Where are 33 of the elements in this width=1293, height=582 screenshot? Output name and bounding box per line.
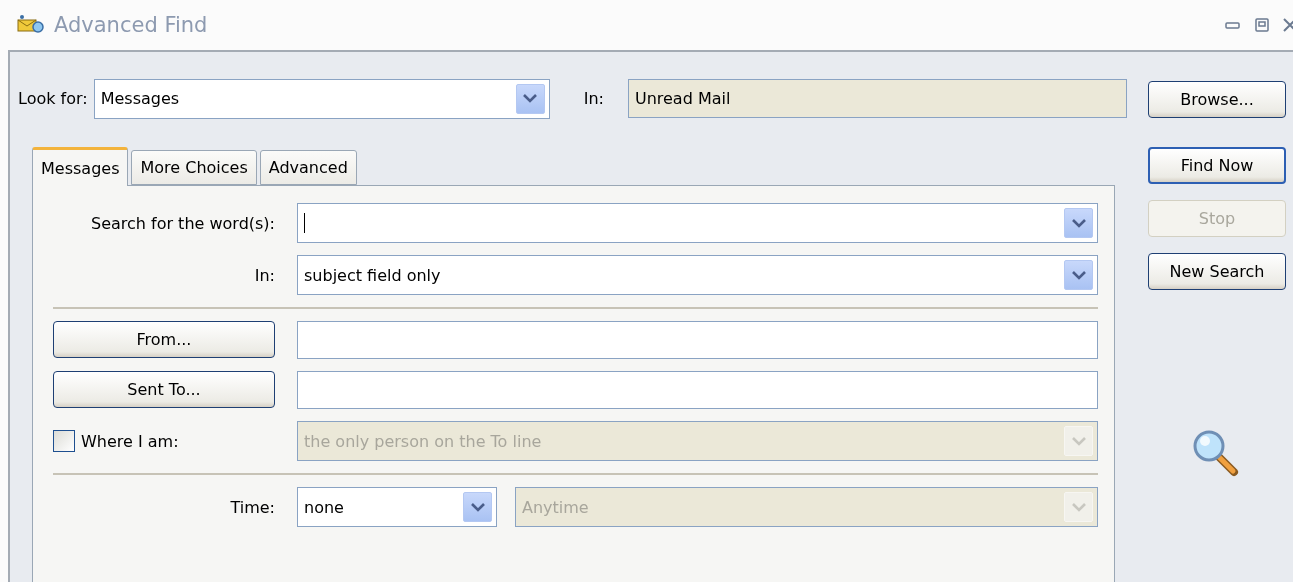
input-field[interactable] (297, 321, 1098, 359)
button[interactable]: Browse... (1148, 81, 1286, 118)
close-icon[interactable] (1283, 18, 1293, 32)
chevron-down-icon (523, 94, 538, 103)
chevron-down-icon (1071, 270, 1086, 280)
field-label: In: (583, 89, 604, 108)
location-field: Unread Mail (627, 79, 1127, 118)
tab[interactable]: More Choices (131, 150, 257, 185)
maximize-icon[interactable] (1255, 18, 1269, 32)
chevron-down-icon (470, 502, 485, 512)
minimize-icon[interactable] (1225, 20, 1241, 30)
field-label: Time: (230, 497, 275, 517)
dropdown[interactable] (297, 203, 1098, 243)
chevron-down-icon (1071, 436, 1086, 446)
input-field[interactable] (297, 371, 1098, 409)
dropdown[interactable]: none (297, 487, 497, 527)
field-label: Look for: (18, 89, 88, 108)
from-button[interactable]: From... (53, 321, 275, 358)
dropdown[interactable]: Messages (93, 78, 550, 119)
chevron-down-icon (1071, 502, 1086, 512)
text-cursor (304, 213, 305, 233)
tab[interactable]: Advanced (259, 150, 357, 185)
field-label: In: (254, 265, 275, 285)
chevron-down-icon (1071, 218, 1086, 228)
sent-to-button[interactable]: Sent To... (53, 371, 275, 408)
tab[interactable]: Messages (32, 147, 129, 186)
field-label: Where I am: (81, 431, 179, 451)
button[interactable]: Find Now (1148, 147, 1286, 184)
field-label: Search for the word(s): (90, 213, 275, 233)
dropdown[interactable]: subject field only (297, 255, 1098, 295)
envelope-search-icon (16, 14, 46, 36)
button[interactable]: New Search (1148, 253, 1286, 290)
window-title: Advanced Find (54, 13, 208, 37)
